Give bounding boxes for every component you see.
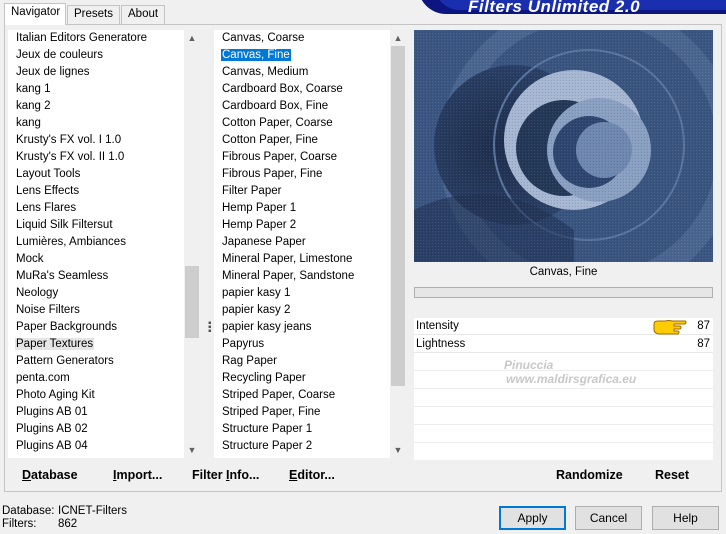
category-item[interactable]: Plugins AB 02 — [8, 421, 184, 438]
category-item[interactable]: Krusty's FX vol. I 1.0 — [8, 132, 184, 149]
category-item[interactable]: Neology — [8, 285, 184, 302]
editor-button[interactable]: Editor... — [289, 468, 335, 482]
progress-bar — [414, 287, 713, 298]
category-item[interactable]: Photo Aging Kit — [8, 387, 184, 404]
pointing-hand-icon — [652, 318, 688, 336]
filter-item[interactable]: Canvas, Medium — [214, 64, 390, 81]
param-name: Intensity — [416, 320, 459, 332]
param-value[interactable]: 87 — [697, 318, 710, 335]
status-database: Database: ICNET-Filters — [2, 505, 127, 517]
category-item[interactable]: Plugins AB 04 — [8, 438, 184, 455]
scroll-up-icon[interactable]: ▲ — [390, 30, 406, 46]
database-button[interactable]: Database — [22, 468, 78, 482]
filter-item[interactable]: Fibrous Paper, Coarse — [214, 149, 390, 166]
category-item[interactable]: Jeux de couleurs — [8, 47, 184, 64]
filter-item[interactable]: Filter Paper — [214, 183, 390, 200]
param-name: Lightness — [416, 338, 466, 350]
category-item[interactable]: penta.com — [8, 370, 184, 387]
filter-item[interactable]: Recycling Paper — [214, 370, 390, 387]
filter-item[interactable]: Structure Paper 1 — [214, 421, 390, 438]
preview-filter-name: Canvas, Fine — [529, 266, 598, 278]
watermark: Pinuccia www.maldirsgrafica.eu — [504, 358, 637, 386]
category-item[interactable]: Liquid Silk Filtersut — [8, 217, 184, 234]
category-item[interactable]: Lens Flares — [8, 200, 184, 217]
filter-item[interactable]: Striped Paper, Coarse — [214, 387, 390, 404]
apply-button[interactable]: Apply — [499, 506, 566, 530]
category-item[interactable]: Jeux de lignes — [8, 64, 184, 81]
help-button[interactable]: Help — [652, 506, 719, 530]
category-list-scrollbar[interactable]: ▲ ▼ — [184, 30, 200, 458]
scroll-down-icon[interactable]: ▼ — [390, 442, 406, 458]
filter-item[interactable]: papier kasy 1 — [214, 285, 390, 302]
banner: Filters Unlimited 2.0 — [418, 0, 726, 14]
tab-about[interactable]: About — [121, 5, 165, 24]
filter-item[interactable]: papier kasy jeans — [214, 319, 390, 336]
category-item[interactable]: Paper Backgrounds — [8, 319, 184, 336]
filter-item[interactable]: Structure Paper 2 — [214, 438, 390, 455]
filter-item[interactable]: Cotton Paper, Coarse — [214, 115, 390, 132]
scroll-thumb[interactable] — [391, 46, 405, 386]
tab-navigator[interactable]: Navigator — [4, 3, 66, 25]
filter-item[interactable]: Cotton Paper, Fine — [214, 132, 390, 149]
filters-count: 862 — [58, 518, 78, 530]
filter-item[interactable]: Mineral Paper, Limestone — [214, 251, 390, 268]
category-item[interactable]: kang 1 — [8, 81, 184, 98]
param-value[interactable]: 87 — [697, 336, 710, 353]
filter-item[interactable]: Cardboard Box, Coarse — [214, 81, 390, 98]
tab-presets[interactable]: Presets — [67, 5, 120, 24]
category-item[interactable]: Italian Editors Generatore — [8, 30, 184, 47]
filter-item[interactable]: papier kasy 2 — [214, 302, 390, 319]
banner-title: Filters Unlimited 2.0 — [468, 0, 641, 14]
category-item[interactable]: kang 2 — [8, 98, 184, 115]
filter-item[interactable]: Canvas, Fine — [214, 47, 390, 64]
filter-item[interactable]: Canvas, Coarse — [214, 30, 390, 47]
category-item[interactable]: Layout Tools — [8, 166, 184, 183]
filter-item[interactable]: Papyrus — [214, 336, 390, 353]
filter-item[interactable]: Japanese Paper — [214, 234, 390, 251]
category-item[interactable]: Pattern Generators — [8, 353, 184, 370]
param-lightness[interactable]: Lightness 87 — [414, 336, 713, 353]
category-list[interactable]: Italian Editors Generatore Jeux de couleu… — [8, 30, 200, 458]
category-item[interactable]: Plugins AB 01 — [8, 404, 184, 421]
parameters-panel: Intensity 87 Lightness 87 — [414, 318, 713, 461]
filter-item[interactable]: Rag Paper — [214, 353, 390, 370]
category-item[interactable]: MuRa's Seamless — [8, 268, 184, 285]
filter-list[interactable]: Canvas, Coarse Canvas, Fine Canvas, Medium… — [214, 30, 406, 458]
filter-item[interactable]: Hemp Paper 1 — [214, 200, 390, 217]
filter-item[interactable]: Cardboard Box, Fine — [214, 98, 390, 115]
category-item[interactable]: Mock — [8, 251, 184, 268]
category-item[interactable]: Noise Filters — [8, 302, 184, 319]
category-item[interactable]: Krusty's FX vol. II 1.0 — [8, 149, 184, 166]
preview-image — [414, 30, 713, 262]
status-filters: Filters: 862 — [2, 518, 78, 530]
filter-item[interactable]: Hemp Paper 2 — [214, 217, 390, 234]
scroll-thumb[interactable] — [185, 266, 199, 338]
category-item[interactable]: Lens Effects — [8, 183, 184, 200]
filter-info-button[interactable]: Filter Info... — [192, 468, 259, 482]
import-button[interactable]: Import... — [113, 468, 162, 482]
scroll-down-icon[interactable]: ▼ — [184, 442, 200, 458]
category-item[interactable]: Lumières, Ambiances — [8, 234, 184, 251]
filter-item[interactable]: Fibrous Paper, Fine — [214, 166, 390, 183]
reset-button[interactable]: Reset — [655, 468, 689, 482]
filter-list-scrollbar[interactable]: ▲ ▼ — [390, 30, 406, 458]
filter-item[interactable]: Mineral Paper, Sandstone — [214, 268, 390, 285]
randomize-button[interactable]: Randomize — [556, 468, 623, 482]
filter-item[interactable]: Striped Paper, Fine — [214, 404, 390, 421]
scroll-up-icon[interactable]: ▲ — [184, 30, 200, 46]
category-item[interactable]: Paper Textures — [8, 336, 184, 353]
category-item[interactable]: kang — [8, 115, 184, 132]
database-name: ICNET-Filters — [58, 505, 127, 517]
cancel-button[interactable]: Cancel — [575, 506, 642, 530]
